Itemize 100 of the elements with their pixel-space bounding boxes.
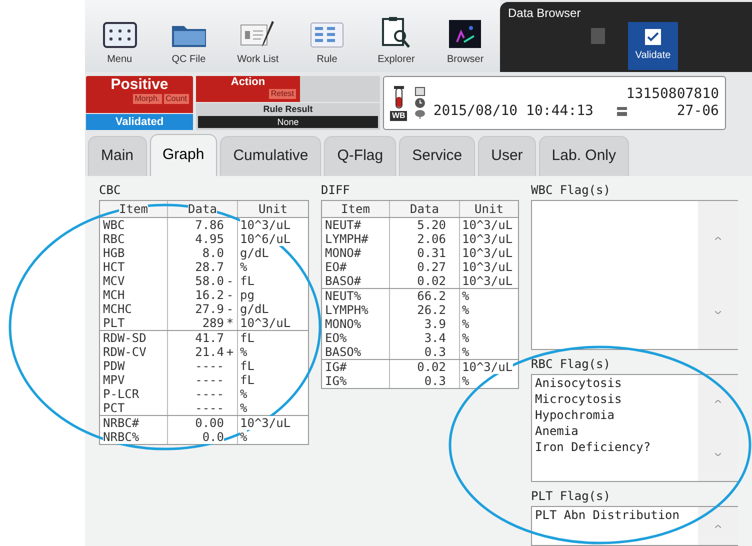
column-header: Item <box>119 202 148 216</box>
unit-cell: % <box>240 260 248 274</box>
scrollbar[interactable] <box>698 201 738 349</box>
data-cell: 27.9 <box>195 302 224 316</box>
scroll-down-icon <box>715 310 721 314</box>
test-tube-icon <box>392 86 405 110</box>
item-cell: BASO% <box>325 345 362 359</box>
column-header: Item <box>341 202 370 216</box>
item-cell: PDW <box>103 359 125 373</box>
unit-cell: % <box>462 374 470 388</box>
data-cell: 2.06 <box>417 232 446 246</box>
data-cell: 0.02 <box>417 360 446 374</box>
unit-cell: % <box>462 345 470 359</box>
unit-cell: fL <box>240 331 254 345</box>
tab[interactable]: Service <box>399 136 476 176</box>
column-header: Data <box>188 202 217 216</box>
data-cell: 28.7 <box>195 260 224 274</box>
item-cell: NEUT# <box>325 218 362 232</box>
action-tag: Retest <box>268 89 296 99</box>
result-label: Positive <box>110 76 168 94</box>
tab[interactable]: User <box>478 136 536 176</box>
data-cell: 0.0 <box>202 430 224 444</box>
item-cell: RDW-CV <box>103 345 146 359</box>
unit-cell: 10^3/uL <box>462 246 513 260</box>
unit-cell: % <box>462 317 470 331</box>
data-cell: 26.2 <box>417 303 446 317</box>
item-cell: RDW-SD <box>103 331 146 345</box>
scroll-down-icon <box>715 453 721 456</box>
unit-cell: % <box>240 387 248 401</box>
item-cell: HGB <box>103 246 125 260</box>
validation-status: Validated <box>86 114 193 130</box>
item-cell: IG# <box>325 360 347 374</box>
sample-datetime: 2015/08/10 10:44:13 <box>433 103 594 120</box>
data-cell: 16.2 <box>195 288 224 302</box>
toolbar-button[interactable]: Rule <box>295 22 360 67</box>
data-cell: 0.31 <box>417 246 446 260</box>
item-cell: NEUT% <box>325 289 362 303</box>
tab[interactable]: Q-Flag <box>324 136 396 176</box>
flag-item: Anisocytosis <box>535 375 622 391</box>
item-cell: MCHC <box>103 302 132 316</box>
data-cell: 0.27 <box>417 260 446 274</box>
data-cell: 58.0 <box>195 274 224 288</box>
data-cell: 0.3 <box>424 374 446 388</box>
section-title: CBC <box>99 182 122 198</box>
unit-cell: g/dL <box>240 302 269 316</box>
toolbar-button[interactable]: Menu <box>88 22 152 67</box>
scroll-up-icon <box>715 400 721 403</box>
grid-icon <box>102 22 137 48</box>
data-cell: 21.4 <box>195 345 224 359</box>
toolbar-button[interactable]: Work List <box>226 20 290 67</box>
item-cell: MCH <box>103 288 125 302</box>
toolbar-button[interactable]: Explorer <box>364 16 428 67</box>
rule-result-title: Rule Result <box>263 103 313 116</box>
flag-item: Hypochromia <box>535 407 614 423</box>
flag-title: WBC Flag(s) <box>531 182 612 198</box>
rule-result-value: None <box>198 116 378 128</box>
validate-button[interactable]: Validate <box>628 22 678 70</box>
flag-item: Iron Deficiency? <box>535 439 651 455</box>
data-cell: 8.0 <box>202 246 224 260</box>
item-cell: WBC <box>103 218 125 232</box>
data-cell: 5.20 <box>417 218 446 232</box>
unit-cell: % <box>462 289 470 303</box>
comment-icon <box>415 110 426 119</box>
document-icon <box>591 28 605 44</box>
unit-cell: 10^3/uL <box>462 218 513 232</box>
column-header: Data <box>410 202 439 216</box>
rule-list-icon <box>310 22 344 48</box>
tab[interactable]: Cumulative <box>220 136 322 176</box>
data-cell: 3.9 <box>424 317 446 331</box>
scrollbar[interactable] <box>698 507 738 545</box>
panel-title: Data Browser <box>508 6 582 20</box>
scroll-up-icon <box>715 524 721 528</box>
item-cell: P-LCR <box>103 387 140 401</box>
clock-icon <box>415 98 426 108</box>
action-title: Action <box>230 76 266 89</box>
unit-cell: 10^3/uL <box>240 218 291 232</box>
item-cell: IG% <box>325 374 347 388</box>
flag-title: PLT Flag(s) <box>531 488 612 504</box>
unit-cell: % <box>240 401 248 415</box>
item-cell: NRBC# <box>103 416 140 430</box>
unit-cell: fL <box>240 274 254 288</box>
column-header: Unit <box>258 202 288 216</box>
item-cell: LYMPH% <box>325 303 368 317</box>
data-cell: 4.95 <box>195 232 224 246</box>
item-cell: NRBC% <box>103 430 140 444</box>
item-cell: EO# <box>325 260 347 274</box>
scrollbar[interactable] <box>698 375 738 481</box>
tab[interactable]: Lab. Only <box>538 136 630 176</box>
unit-cell: % <box>462 303 470 317</box>
unit-cell: 10^3/uL <box>462 232 513 246</box>
toolbar-button[interactable]: QC File <box>156 22 221 67</box>
tube-label: WB <box>390 110 408 120</box>
tab[interactable]: Graph <box>150 134 218 176</box>
unit-cell: g/dL <box>240 246 269 260</box>
flag-item: Microcytosis <box>535 391 622 407</box>
item-cell: HCT <box>103 260 125 274</box>
item-cell: MONO# <box>325 246 362 260</box>
toolbar-button[interactable]: Browser <box>433 20 498 67</box>
tab[interactable]: Main <box>88 136 147 176</box>
data-cell: 289 <box>202 316 224 330</box>
